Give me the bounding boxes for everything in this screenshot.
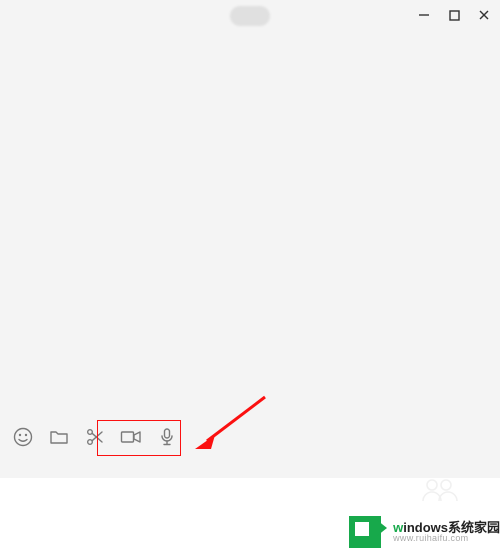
group-icon [420,476,460,504]
maximize-icon [449,10,460,21]
watermark-url: www.ruihaifu.com [393,534,500,543]
minimize-icon [418,9,430,21]
file-button[interactable] [48,426,70,448]
voice-input-button[interactable] [156,426,178,448]
minimize-button[interactable] [416,7,432,23]
watermark: windows系统家园 www.ruihaifu.com [349,516,500,548]
chat-message-area[interactable] [0,30,500,390]
screenshot-button[interactable] [84,426,106,448]
watermark-text: windows系统家园 www.ruihaifu.com [381,521,500,543]
emoji-icon [13,427,33,447]
scissors-icon [85,427,105,447]
chat-avatar-blurred [230,6,270,26]
emoji-button[interactable] [12,426,34,448]
microphone-icon [157,427,177,447]
watermark-logo-icon [349,516,381,548]
window-title-bar [416,0,500,30]
folder-icon [49,427,69,447]
maximize-button[interactable] [446,7,462,23]
video-call-button[interactable] [120,426,142,448]
input-toolbar [12,426,178,448]
close-button[interactable] [476,7,492,23]
close-icon [478,9,490,21]
annotation-arrow [195,393,275,453]
video-icon [120,427,142,447]
